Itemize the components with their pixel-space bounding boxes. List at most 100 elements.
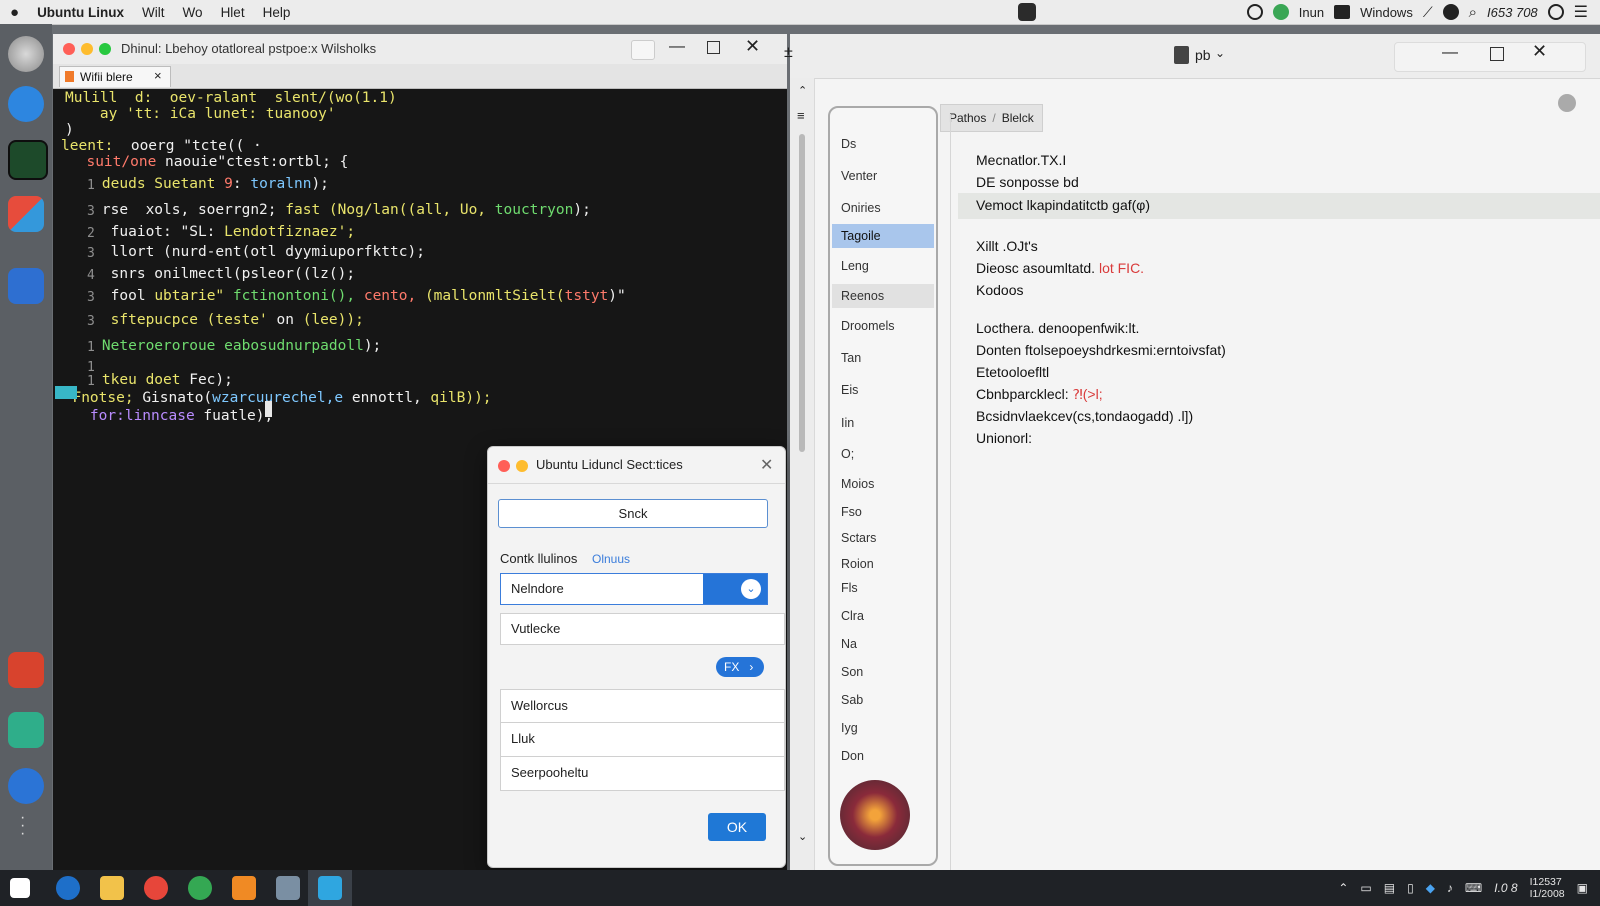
menu-app-name[interactable]: Ubuntu Linux [37,5,124,20]
tray-network-icon[interactable]: ▤ [1384,881,1395,895]
content-row[interactable]: Etetooloefltl [976,364,1049,380]
file-explorer-icon[interactable] [100,876,124,900]
content-row[interactable]: Bcsidnvlaekcev(cs,tondaogadd) .l]) [976,408,1193,424]
explorer-maximize-icon[interactable] [1490,47,1504,61]
dock-files-icon[interactable] [8,712,44,748]
tray-clock[interactable]: I12537 I1/2008 [1530,876,1565,900]
chrome-alt-icon[interactable] [188,876,212,900]
apple-icon[interactable]: ● [10,4,19,21]
nav-item[interactable]: Roion [832,552,934,576]
nav-item[interactable]: Iyg [832,716,934,740]
sidebar-toggle-icon[interactable]: ± [784,44,793,62]
text-field-1[interactable]: Vutlecke [500,613,785,645]
store-icon[interactable] [276,876,300,900]
nav-item[interactable]: Leng [832,254,934,278]
breadcrumb-item[interactable]: Pathos [949,111,986,125]
dock-camera-icon[interactable] [8,652,44,688]
content-row[interactable]: Kodoos [976,282,1023,298]
nav-item[interactable]: Ds [832,132,934,156]
content-row[interactable]: Locthera. denoopenfwik:lt. [976,320,1139,336]
hamburger-icon[interactable]: ☰ [1574,2,1588,22]
minimize-dot[interactable] [81,43,93,55]
tab-close-icon[interactable]: × [154,68,162,83]
dialog-close-dot[interactable] [498,460,510,472]
menu-item-wo[interactable]: Wo [183,5,203,20]
nav-item[interactable]: Oniries [832,196,934,220]
minimize-icon[interactable]: — [669,38,685,56]
center-status-icon[interactable] [1018,3,1036,21]
dock-safari-icon[interactable] [8,768,44,804]
tools-icon[interactable]: ⟋ [1423,4,1433,21]
record-button-icon[interactable] [840,780,910,850]
content-row[interactable]: DE sonposse bd [976,174,1079,190]
list-item[interactable]: Wellorcus [500,689,785,723]
zoom-dot[interactable] [99,43,111,55]
strip-scrollbar[interactable] [799,134,805,452]
breadcrumb-item[interactable]: Blelck [1002,111,1034,125]
tray-chevron-icon[interactable]: ⌃ [1338,881,1348,895]
dock-apps-icon[interactable] [8,36,44,72]
dock-terminal-icon[interactable] [8,140,48,180]
fx-pill-button[interactable]: FX › [716,657,764,677]
dock-grid-icon[interactable]: · · · [20,810,32,842]
dock-browser-icon[interactable] [8,86,44,122]
nav-item[interactable]: Sab [832,688,934,712]
dialog-minimize-dot[interactable] [516,460,528,472]
tray-battery-icon[interactable]: ▯ [1407,881,1414,895]
nav-item[interactable]: Fls [832,576,934,600]
menu-item-hlet[interactable]: Hlet [221,5,245,20]
explorer-close-icon[interactable]: ✕ [1532,41,1547,62]
user-name[interactable]: Inun [1299,5,1324,20]
nav-item[interactable]: O; [832,442,934,466]
select-field[interactable]: Nelndore ⌄ [500,573,768,605]
user-status-icon[interactable] [1272,4,1289,20]
nav-item[interactable]: Venter [832,164,934,188]
nav-item[interactable]: Reenos [832,284,934,308]
close-icon[interactable]: ✕ [745,36,760,57]
maximize-icon[interactable] [707,41,720,54]
nav-item[interactable]: Moios [832,472,934,496]
nav-item[interactable]: Tan [832,346,934,370]
menu-item-wilt[interactable]: Wilt [142,5,165,20]
tray-sound-icon[interactable]: ♪ [1447,881,1453,895]
nav-item[interactable]: Clra [832,604,934,628]
notification-icon[interactable]: ▣ [1577,881,1588,895]
nav-item[interactable]: Droomels [832,314,934,338]
close-dot[interactable] [63,43,75,55]
explorer-minimize-icon[interactable]: — [1442,44,1458,62]
active-app-icon[interactable] [318,876,342,900]
folder-icon[interactable] [1334,5,1351,19]
dialog-top-button[interactable]: Snck [498,499,768,528]
spotlight-icon[interactable] [1547,4,1564,20]
content-row[interactable]: Mecnatlor.TX.I [976,152,1066,168]
strip-menu-icon[interactable]: ≡ [797,108,805,123]
nav-item[interactable]: Don [832,744,934,768]
search-icon[interactable]: ⌕ [1469,4,1477,21]
nav-item[interactable]: Son [832,660,934,684]
content-row[interactable]: Cbnbparcklecl: ⁈(>l; [976,386,1103,403]
content-row[interactable]: Vemoct lkapindatitctb gaf(φ) [976,197,1150,213]
chrome-icon[interactable] [144,876,168,900]
content-row[interactable]: Unionorl: [976,430,1032,446]
content-row[interactable]: Dieosc asoumltatd. lot FIC. [976,260,1144,276]
start-icon[interactable] [10,878,30,898]
windows-label[interactable]: Windows [1360,5,1413,20]
nav-item[interactable]: Iin [832,411,934,435]
strip-arrow-icon[interactable]: ⌃ [798,84,807,97]
menu-item-help[interactable]: Help [263,5,291,20]
tray-lang[interactable]: I.0 8 [1494,881,1517,895]
content-row[interactable]: Xillt .OJt's [976,238,1038,254]
nav-item[interactable]: Eis [832,378,934,402]
clock-text[interactable]: I653 708 [1487,5,1538,20]
edge-icon[interactable] [56,876,80,900]
globe-icon[interactable] [1246,4,1263,20]
nav-item[interactable]: Sctars [832,526,934,550]
nav-item[interactable]: Tagoile [832,224,934,248]
title-chevron-icon[interactable]: ⌄ [1215,46,1225,60]
nav-item[interactable]: Fso [832,500,934,524]
explorer-title[interactable]: pb [1195,47,1211,63]
section-link[interactable]: Olnuus [592,552,630,566]
office-icon[interactable] [232,876,256,900]
terminal-tab[interactable]: Wifii blere × [59,66,171,87]
tray-wifi-icon[interactable]: ◆ [1426,881,1435,895]
